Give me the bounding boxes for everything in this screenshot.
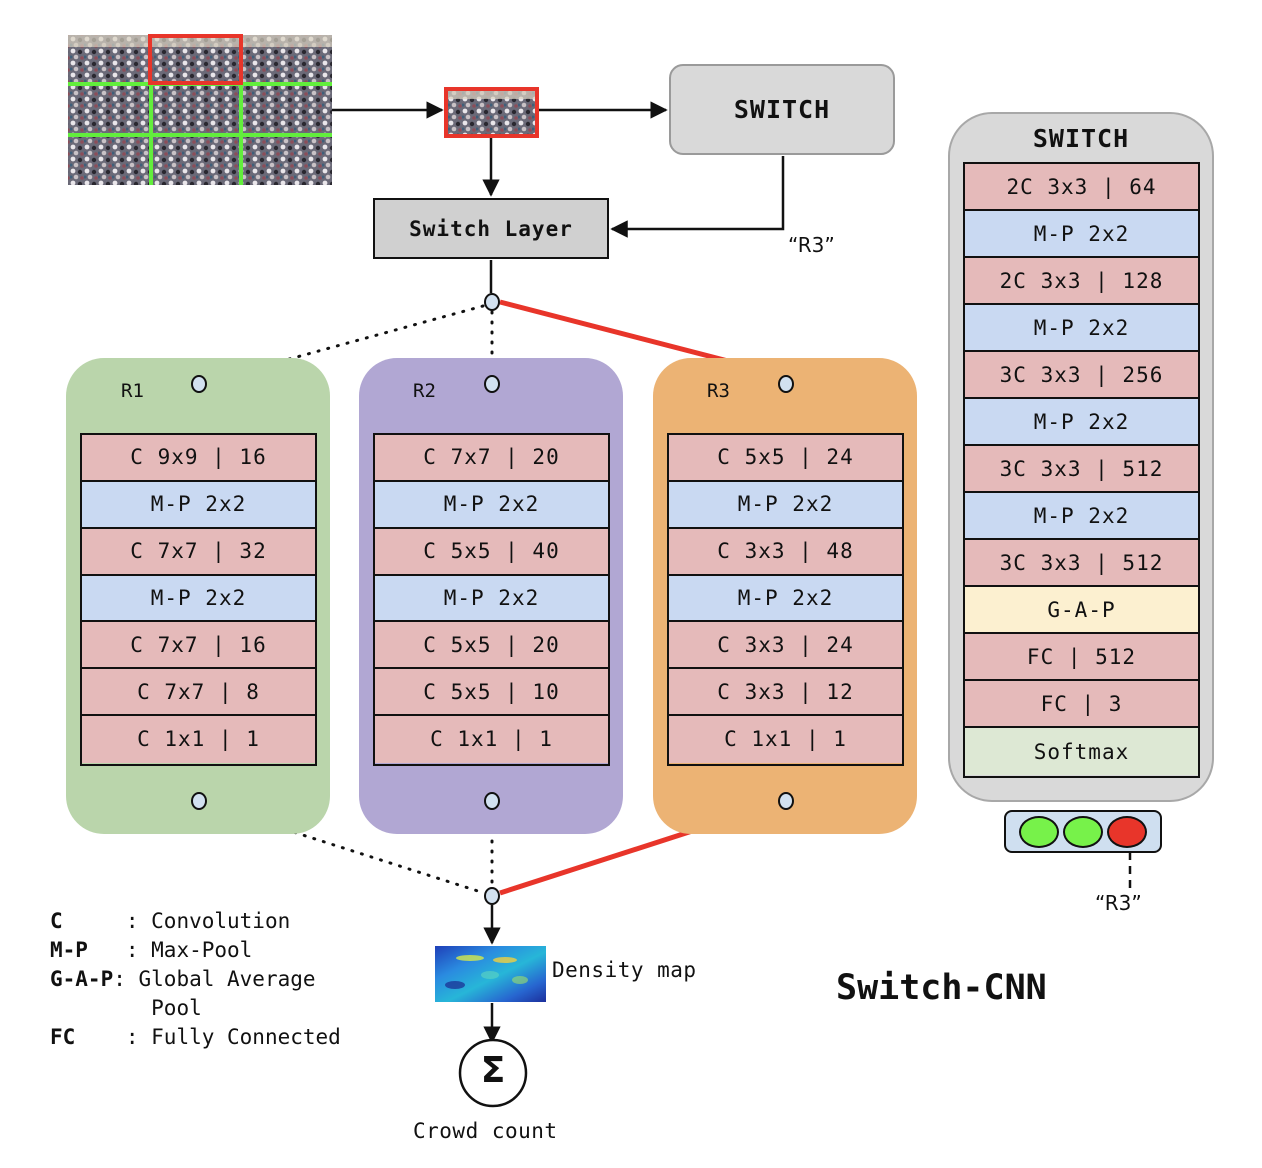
legend-desc: Max-Pool xyxy=(151,938,253,962)
regressor-layers: C 9x9 | 16 M-P 2x2 C 7x7 | 32 M-P 2x2 C 7x7 … xyxy=(80,433,317,766)
classifier-layer-conv: 3C 3x3 | 256 xyxy=(965,352,1198,399)
switch-classifier-layers: 2C 3x3 | 64 M-P 2x2 2C 3x3 | 128 M-P 2x2 3C … xyxy=(963,162,1200,778)
layer-conv: C 7x7 | 20 xyxy=(375,435,608,482)
layer-conv: C 1x1 | 1 xyxy=(375,716,608,763)
input-crowd-image xyxy=(68,34,332,185)
density-map-label: Density map xyxy=(552,958,697,982)
classifier-layer-soft: Softmax xyxy=(965,728,1198,775)
legend-abbr xyxy=(50,996,126,1020)
r3-input-node xyxy=(778,375,794,393)
r2-output-node xyxy=(484,792,500,810)
switch-box: SWITCH xyxy=(669,64,895,155)
extracted-patch xyxy=(444,87,539,138)
layer-conv: C 7x7 | 32 xyxy=(82,528,315,576)
classifier-layer-gap: G-A-P xyxy=(965,587,1198,634)
classifier-layer-conv: FC | 3 xyxy=(965,681,1198,728)
legend-desc: Fully Connected xyxy=(151,1025,341,1049)
r1-output-node xyxy=(191,792,207,810)
r1-input-node xyxy=(191,375,207,393)
switch-split-node xyxy=(484,293,500,311)
regressor-layers: C 5x5 | 24 M-P 2x2 C 3x3 | 48 M-P 2x2 C 3x3 … xyxy=(667,433,904,766)
legend-abbr: G-A-P xyxy=(50,967,114,991)
switch-box-label: SWITCH xyxy=(733,95,831,124)
layer-conv: C 3x3 | 24 xyxy=(669,622,902,670)
layer-pool: M-P 2x2 xyxy=(375,575,608,623)
legend-separator: : xyxy=(125,938,152,962)
density-map-image xyxy=(435,946,546,1002)
diagram-title: Switch-CNN xyxy=(836,968,1047,1008)
legend: C : Convolution M-P : Max-Pool G-A-P: Glob… xyxy=(50,907,341,1052)
legend-abbr: C xyxy=(50,909,126,933)
crowd-count-label: Crowd count xyxy=(413,1119,558,1143)
layer-pool: M-P 2x2 xyxy=(669,575,902,623)
regressor-label: R2 xyxy=(413,380,436,402)
regressor-layers: C 7x7 | 20 M-P 2x2 C 5x5 | 40 M-P 2x2 C 5x5 … xyxy=(373,433,610,766)
legend-abbr: M-P xyxy=(50,938,126,962)
regressor-label: R1 xyxy=(121,380,144,402)
output-indicator-3-active xyxy=(1107,815,1147,848)
layer-conv: C 3x3 | 48 xyxy=(669,528,902,576)
layer-conv: C 5x5 | 40 xyxy=(375,528,608,576)
output-indicator-1 xyxy=(1019,815,1059,848)
layer-conv: C 5x5 | 10 xyxy=(375,669,608,717)
classifier-layer-conv: 2C 3x3 | 64 xyxy=(965,164,1198,211)
layer-conv: C 7x7 | 16 xyxy=(82,622,315,670)
legend-separator xyxy=(126,996,151,1020)
classifier-layer-pool: M-P 2x2 xyxy=(965,493,1198,540)
output-indicator-2 xyxy=(1063,815,1103,848)
legend-entry: M-P : Max-Pool xyxy=(50,936,341,965)
merge-node xyxy=(484,887,500,905)
classifier-layer-pool: M-P 2x2 xyxy=(965,305,1198,352)
switch-layer-label: Switch Layer xyxy=(409,216,573,241)
r2-input-node xyxy=(484,375,500,393)
legend-desc: Convolution xyxy=(151,909,291,933)
classifier-layer-conv: 2C 3x3 | 128 xyxy=(965,258,1198,305)
layer-conv: C 5x5 | 20 xyxy=(375,622,608,670)
legend-entry: G-A-P: Global Average xyxy=(50,965,341,994)
classifier-layer-pool: M-P 2x2 xyxy=(965,399,1198,446)
layer-pool: M-P 2x2 xyxy=(669,481,902,529)
legend-desc: Global Average xyxy=(138,967,316,991)
regressor-label: R3 xyxy=(707,380,730,402)
layer-pool: M-P 2x2 xyxy=(375,481,608,529)
switch-classifier-title: SWITCH xyxy=(1032,124,1130,153)
sum-symbol: Σ xyxy=(480,1050,506,1091)
layer-conv: C 3x3 | 12 xyxy=(669,669,902,717)
layer-conv: C 1x1 | 1 xyxy=(669,716,902,763)
legend-separator: : xyxy=(113,967,139,991)
layer-conv: C 1x1 | 1 xyxy=(82,716,315,763)
r3-output-node xyxy=(778,792,794,810)
classifier-output-label: “R3” xyxy=(1095,891,1142,915)
switch-output-indicator xyxy=(1004,810,1162,853)
legend-desc: Pool xyxy=(151,996,202,1020)
classifier-layer-conv: 3C 3x3 | 512 xyxy=(965,446,1198,493)
legend-abbr: FC xyxy=(50,1025,126,1049)
classifier-layer-pool: M-P 2x2 xyxy=(965,211,1198,258)
layer-pool: M-P 2x2 xyxy=(82,575,315,623)
legend-separator: : xyxy=(125,909,152,933)
layer-conv: C 7x7 | 8 xyxy=(82,669,315,717)
switch-output-label: “R3” xyxy=(788,233,835,257)
legend-entry: Pool xyxy=(50,994,341,1023)
legend-entry: C : Convolution xyxy=(50,907,341,936)
switch-layer: Switch Layer xyxy=(373,198,609,259)
layer-conv: C 9x9 | 16 xyxy=(82,435,315,482)
legend-separator: : xyxy=(125,1025,152,1049)
layer-pool: M-P 2x2 xyxy=(82,481,315,529)
classifier-layer-conv: 3C 3x3 | 512 xyxy=(965,540,1198,587)
legend-entry: FC : Fully Connected xyxy=(50,1023,341,1052)
classifier-layer-conv: FC | 512 xyxy=(965,634,1198,681)
layer-conv: C 5x5 | 24 xyxy=(669,435,902,482)
